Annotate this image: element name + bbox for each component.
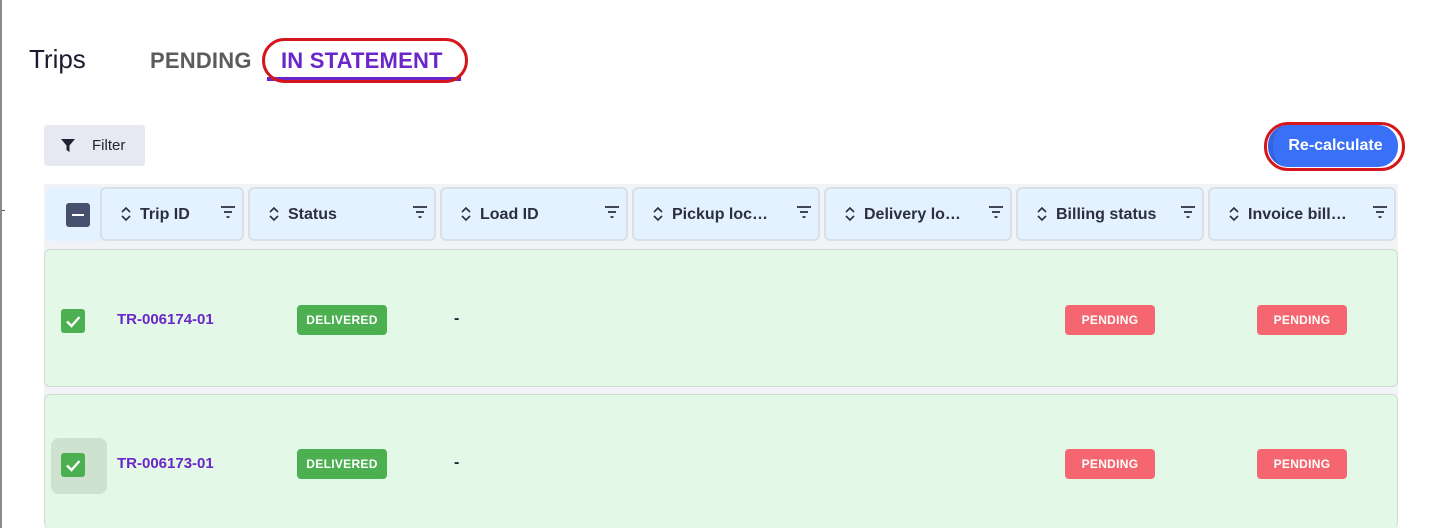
billing-status-badge: PENDING xyxy=(1065,305,1155,335)
window-edge xyxy=(0,0,2,528)
sort-icon[interactable] xyxy=(1228,205,1240,223)
column-header-load-id[interactable]: Load ID xyxy=(440,187,628,241)
sort-icon[interactable] xyxy=(844,205,856,223)
sort-icon[interactable] xyxy=(120,205,132,223)
column-label: Delivery lo… xyxy=(864,206,961,223)
sort-icon[interactable] xyxy=(268,205,280,223)
column-header-billing-status[interactable]: Billing status xyxy=(1016,187,1204,241)
column-menu-icon[interactable] xyxy=(796,205,812,219)
column-menu-icon[interactable] xyxy=(604,205,620,219)
column-header-pickup-location[interactable]: Pickup loc… xyxy=(632,187,820,241)
sort-icon[interactable] xyxy=(460,205,472,223)
recalculate-button[interactable]: Re-calculate xyxy=(1268,125,1398,167)
tab-in-statement[interactable]: IN STATEMENT xyxy=(281,48,443,74)
column-menu-icon[interactable] xyxy=(412,205,428,219)
filter-button-label: Filter xyxy=(92,137,126,154)
table-row[interactable] xyxy=(44,249,1398,387)
column-label: Invoice bill… xyxy=(1248,206,1347,223)
trip-id-link[interactable]: TR-006174-01 xyxy=(117,311,214,328)
sort-icon[interactable] xyxy=(1036,205,1048,223)
column-header-status[interactable]: Status xyxy=(248,187,436,241)
column-label: Trip ID xyxy=(140,206,190,223)
invoice-billing-badge: PENDING xyxy=(1257,305,1347,335)
active-tab-indicator xyxy=(267,77,461,81)
filter-button[interactable]: Filter xyxy=(44,125,145,166)
billing-status-badge: PENDING xyxy=(1065,449,1155,479)
load-id-value: - xyxy=(454,310,460,327)
invoice-billing-badge: PENDING xyxy=(1257,449,1347,479)
column-label: Status xyxy=(288,206,337,223)
window-edge-tick xyxy=(2,210,5,211)
filter-icon xyxy=(61,139,75,152)
column-menu-icon[interactable] xyxy=(1372,205,1388,219)
column-label: Billing status xyxy=(1056,206,1157,223)
table-row[interactable] xyxy=(44,394,1398,528)
column-header-trip-id[interactable]: Trip ID xyxy=(100,187,244,241)
trip-id-link[interactable]: TR-006173-01 xyxy=(117,455,214,472)
column-menu-icon[interactable] xyxy=(988,205,1004,219)
sort-icon[interactable] xyxy=(652,205,664,223)
check-icon xyxy=(66,316,81,328)
check-icon xyxy=(66,460,81,472)
column-menu-icon[interactable] xyxy=(220,205,236,219)
load-id-value: - xyxy=(454,454,460,471)
row-checkbox[interactable] xyxy=(61,453,85,477)
column-label: Load ID xyxy=(480,206,539,223)
select-all-checkbox[interactable] xyxy=(66,203,90,227)
column-label: Pickup loc… xyxy=(672,206,769,223)
status-badge: DELIVERED xyxy=(297,449,387,479)
column-header-invoice-billing[interactable]: Invoice bill… xyxy=(1208,187,1396,241)
page-title: Trips xyxy=(29,44,86,74)
column-header-delivery-location[interactable]: Delivery lo… xyxy=(824,187,1012,241)
row-checkbox[interactable] xyxy=(61,309,85,333)
status-badge: DELIVERED xyxy=(297,305,387,335)
column-menu-icon[interactable] xyxy=(1180,205,1196,219)
tab-pending[interactable]: PENDING xyxy=(150,48,252,74)
